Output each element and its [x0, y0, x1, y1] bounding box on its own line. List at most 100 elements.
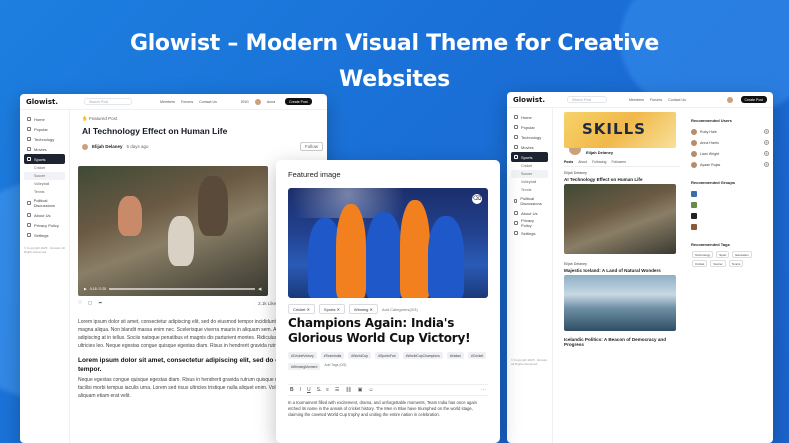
hashtag-chip[interactable]: #CricketVictory: [288, 352, 317, 359]
logo[interactable]: Glowist.: [513, 96, 545, 104]
italic-icon[interactable]: I: [300, 387, 301, 393]
user-row[interactable]: Anna Harris +: [691, 137, 769, 148]
group-row[interactable]: [691, 199, 769, 210]
sidebar-sub-volleyball[interactable]: Volleyball: [511, 178, 548, 186]
sidebar-item-sports[interactable]: Sports: [511, 152, 548, 162]
sidebar-item-settings[interactable]: Settings: [511, 228, 548, 238]
tag-chip[interactable]: Technology: [692, 251, 714, 258]
sidebar-item-home[interactable]: Home: [24, 114, 65, 124]
link-icon[interactable]: ⛓: [345, 387, 351, 393]
featured-image[interactable]: ⌫: [288, 188, 488, 298]
post-video[interactable]: ▶ 0:18 / 0:25 ◀): [78, 166, 268, 296]
tab-posts[interactable]: Posts: [564, 160, 573, 164]
volume-icon[interactable]: ◀): [258, 287, 262, 291]
nav-forums[interactable]: Forums: [650, 98, 662, 102]
sidebar-item-settings[interactable]: Settings: [24, 230, 65, 240]
sidebar-sub-cricket[interactable]: Cricket: [511, 162, 548, 170]
group-row[interactable]: [691, 210, 769, 221]
user-row[interactable]: Liam Wright +: [691, 148, 769, 159]
sidebar-item-privacy[interactable]: Privacy Policy: [24, 220, 65, 230]
avatar[interactable]: [254, 98, 261, 105]
category-chip[interactable]: Cricket ✕: [288, 304, 315, 314]
trash-icon[interactable]: ⌫: [472, 194, 482, 204]
post-title-input[interactable]: Champions Again: India's Glorious World …: [288, 316, 493, 346]
nav-contact[interactable]: Contact Us: [668, 98, 686, 102]
tab-followers[interactable]: Followers: [611, 160, 626, 164]
strike-icon[interactable]: S̶: [317, 387, 320, 393]
hashtag-chip[interactable]: #Indian: [446, 352, 464, 359]
sidebar-item-movies[interactable]: Movies: [511, 142, 548, 152]
category-chip[interactable]: Sports ✕: [318, 304, 345, 314]
avatar[interactable]: [726, 96, 733, 103]
sidebar-sub-volleyball[interactable]: Volleyball: [24, 180, 65, 188]
post-author[interactable]: Elijah Delaney: [564, 171, 680, 175]
search-input[interactable]: Search Post: [84, 98, 132, 105]
emoji-icon[interactable]: ☺: [368, 387, 373, 393]
add-categories-link[interactable]: Add Categories(3/3): [382, 307, 418, 312]
group-row[interactable]: [691, 221, 769, 232]
post-title[interactable]: Icelandic Politics: A Beacon of Democrac…: [564, 337, 680, 347]
nav-members[interactable]: Members: [629, 98, 644, 102]
align-icon[interactable]: ☰: [335, 387, 339, 393]
sidebar-item-popular[interactable]: Popular: [24, 124, 65, 134]
post-image[interactable]: [564, 184, 676, 254]
like-icon[interactable]: ♡: [78, 300, 82, 306]
post-title[interactable]: Majestic Iceland: A Land of Natural Wond…: [564, 268, 680, 273]
hashtag-chip[interactable]: #TeamIndia: [320, 352, 345, 359]
user-row[interactable]: Ruby Hale +: [691, 126, 769, 137]
follow-button[interactable]: Follow: [299, 142, 323, 151]
add-tags-link[interactable]: Add Tags (0/5): [324, 363, 346, 370]
sidebar-item-popular[interactable]: Popular: [511, 122, 548, 132]
sidebar-item-privacy[interactable]: Privacy Policy: [511, 218, 548, 228]
tab-following[interactable]: Following: [592, 160, 606, 164]
hashtag-chip[interactable]: #SportsFan: [375, 352, 399, 359]
sidebar-sub-tennis[interactable]: Tennis: [24, 188, 65, 196]
add-icon[interactable]: +: [764, 162, 769, 167]
sidebar-sub-soccer[interactable]: Soccer: [511, 170, 548, 178]
avatar[interactable]: [82, 143, 88, 150]
tag-chip[interactable]: Education: [732, 251, 752, 258]
post-image[interactable]: [564, 275, 676, 331]
user-row[interactable]: Ayaan Rojas +: [691, 159, 769, 170]
add-icon[interactable]: +: [764, 140, 769, 145]
sidebar-item-movies[interactable]: Movies: [24, 144, 65, 154]
tag-chip[interactable]: Cricket: [692, 260, 708, 267]
sidebar-sub-tennis[interactable]: Tennis: [511, 186, 548, 194]
sidebar-item-political[interactable]: Political Discussions: [511, 194, 548, 208]
post-author[interactable]: Elijah Delaney: [564, 262, 680, 266]
logo[interactable]: Glowist.: [26, 98, 58, 106]
hashtag-chip[interactable]: #WorldCup: [348, 352, 372, 359]
sidebar-item-technology[interactable]: Technology: [24, 134, 65, 144]
bold-icon[interactable]: B: [290, 387, 294, 393]
sidebar-item-sports[interactable]: Sports: [24, 154, 65, 164]
sidebar-sub-soccer[interactable]: Soccer: [24, 172, 65, 180]
nav-members[interactable]: Members: [160, 100, 175, 104]
sidebar-sub-cricket[interactable]: Cricket: [24, 164, 65, 172]
video-progress[interactable]: [109, 288, 256, 290]
author-name[interactable]: Elijah Delaney: [92, 144, 123, 149]
sidebar-item-about[interactable]: About Us: [511, 208, 548, 218]
post-body-editor[interactable]: In a tournament filled with excitement, …: [288, 400, 488, 418]
group-row[interactable]: [691, 188, 769, 199]
hashtag-chip[interactable]: #WorldCupChampions: [402, 352, 443, 359]
comment-icon[interactable]: ▢: [88, 300, 92, 306]
tab-about[interactable]: About: [578, 160, 587, 164]
add-icon[interactable]: +: [764, 151, 769, 156]
sidebar-item-home[interactable]: Home: [511, 112, 548, 122]
nav-forums[interactable]: Forums: [181, 100, 193, 104]
image-icon[interactable]: ▣: [358, 387, 363, 393]
list-icon[interactable]: ≡: [326, 387, 329, 393]
add-icon[interactable]: +: [764, 129, 769, 134]
sidebar-item-political[interactable]: Political Discussions: [24, 196, 65, 210]
play-icon[interactable]: ▶: [84, 287, 87, 291]
user-name[interactable]: Anna: [267, 100, 275, 104]
create-post-button[interactable]: Create Post: [740, 96, 767, 103]
tag-chip[interactable]: Soccer: [710, 260, 726, 267]
tag-chip[interactable]: Tennis: [728, 260, 744, 267]
category-chip[interactable]: Winning ✕: [348, 304, 378, 314]
language-select[interactable]: ENG: [241, 100, 249, 104]
create-post-button[interactable]: Create Post: [285, 98, 312, 105]
share-icon[interactable]: ➦: [98, 300, 102, 306]
more-icon[interactable]: ⋯: [481, 387, 486, 393]
underline-icon[interactable]: U: [307, 387, 311, 393]
